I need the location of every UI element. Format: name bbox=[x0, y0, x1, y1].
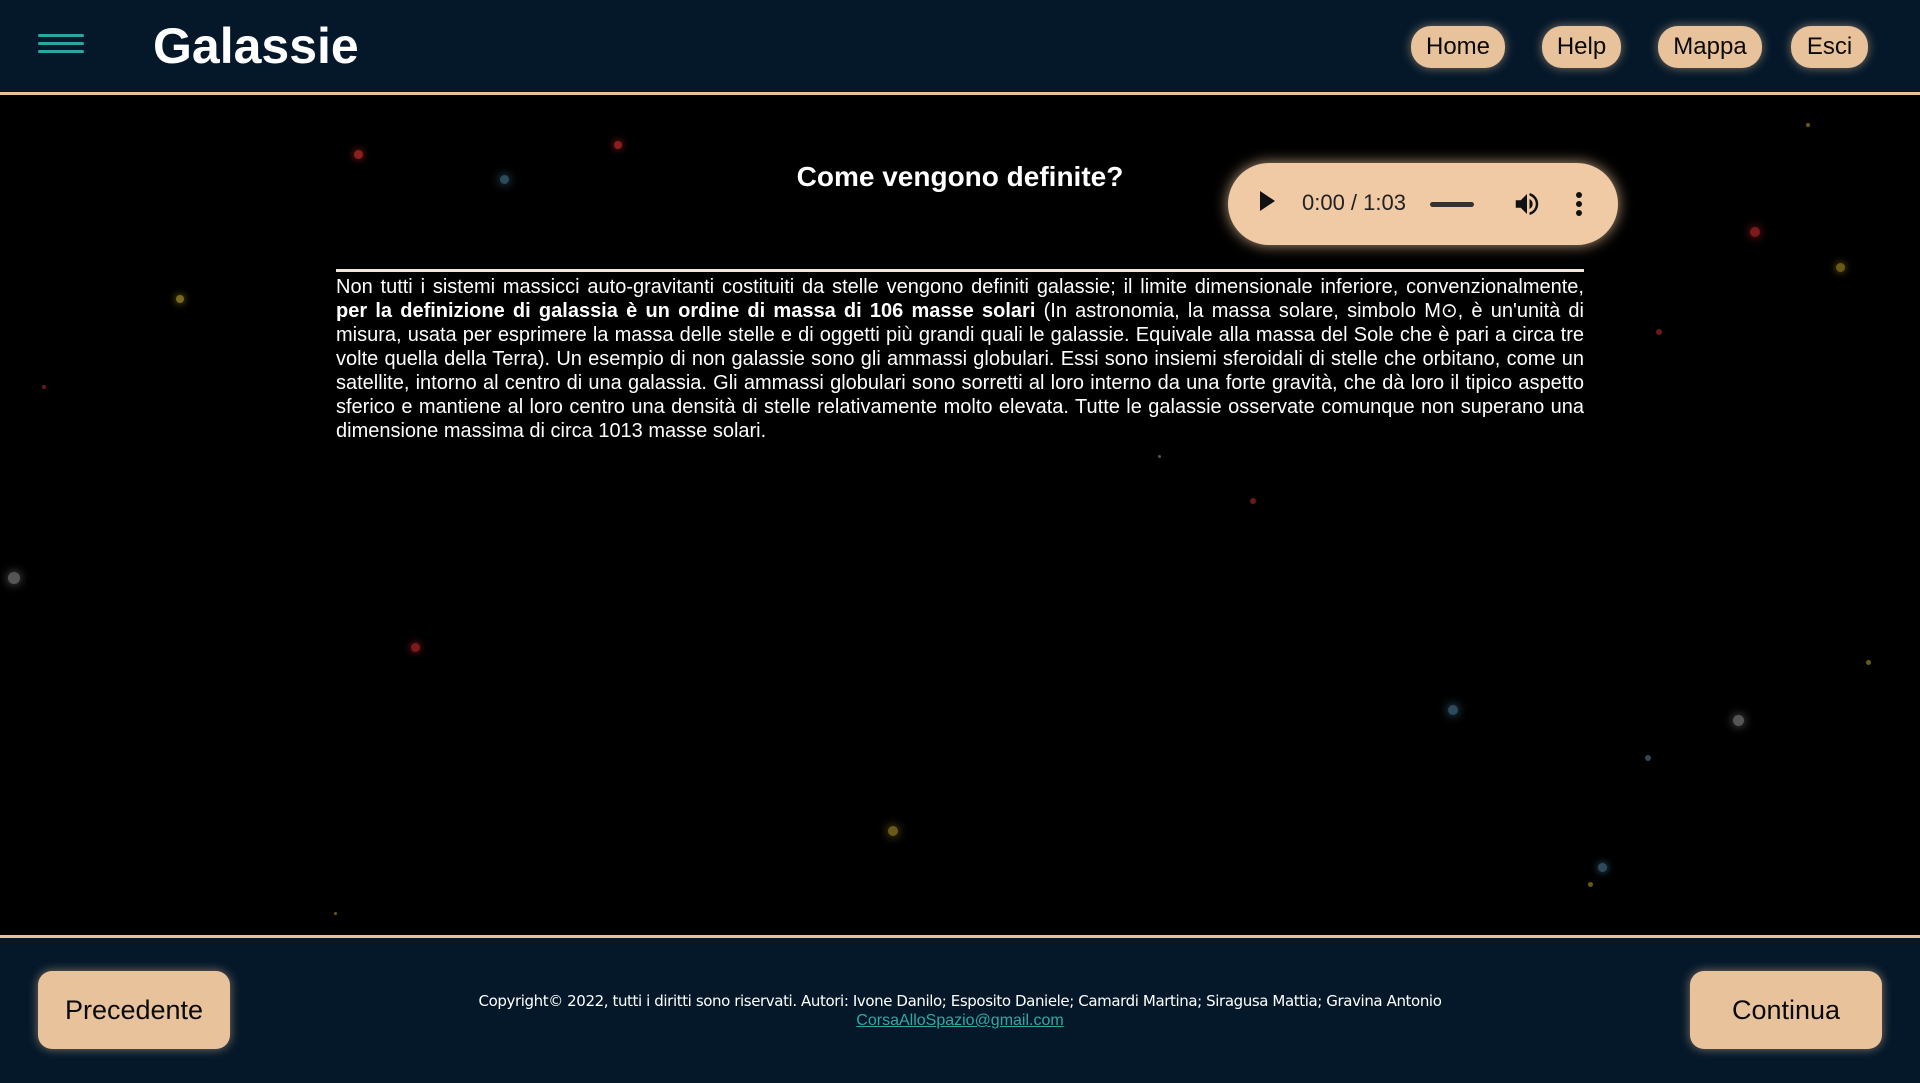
star-decoration bbox=[1806, 123, 1810, 127]
audio-time: 0:00 / 1:03 bbox=[1302, 190, 1406, 215]
section-title: Come vengono definite? bbox=[796, 161, 1124, 192]
star-decoration bbox=[1250, 498, 1256, 504]
star-decoration bbox=[354, 150, 363, 159]
article-text: Non tutti i sistemi massicci auto-gravit… bbox=[336, 269, 1584, 443]
star-decoration bbox=[334, 912, 337, 915]
audio-progress-bar[interactable] bbox=[1430, 202, 1474, 207]
nav-exit-button[interactable]: Esci bbox=[1791, 26, 1868, 68]
email-container: CorsaAlloSpazio@gmail.com bbox=[0, 1012, 1920, 1030]
nav-help-button[interactable]: Help bbox=[1542, 26, 1621, 68]
star-decoration bbox=[1750, 227, 1760, 237]
star-decoration bbox=[1656, 329, 1662, 335]
star-decoration bbox=[1836, 263, 1845, 272]
star-decoration bbox=[888, 826, 898, 836]
article-text-bold: per la definizione di galassia è un ordi… bbox=[336, 300, 1036, 322]
star-decoration bbox=[1733, 715, 1744, 726]
star-decoration bbox=[1588, 882, 1593, 887]
star-decoration bbox=[411, 643, 420, 652]
copyright-text: Copyright© 2022, tutti i diritti sono ri… bbox=[478, 992, 1442, 1010]
footer-bar: Precedente Copyright© 2022, tutti i diri… bbox=[0, 935, 1920, 1083]
star-decoration bbox=[1645, 755, 1651, 761]
star-decoration bbox=[8, 572, 20, 584]
star-decoration bbox=[1598, 863, 1607, 872]
volume-icon[interactable] bbox=[1512, 189, 1542, 219]
star-decoration bbox=[42, 385, 46, 389]
previous-button[interactable]: Precedente bbox=[38, 971, 230, 1049]
star-decoration bbox=[614, 141, 622, 149]
play-icon[interactable] bbox=[1260, 191, 1275, 211]
star-decoration bbox=[1448, 705, 1458, 715]
star-decoration bbox=[176, 295, 184, 303]
more-options-icon[interactable] bbox=[1574, 189, 1584, 219]
page-title: Galassie bbox=[153, 18, 359, 74]
nav-map-button[interactable]: Mappa bbox=[1658, 26, 1762, 68]
star-decoration bbox=[1158, 455, 1161, 458]
star-decoration bbox=[1866, 660, 1871, 665]
audio-player: 0:00 / 1:03 bbox=[1228, 163, 1618, 245]
continue-button[interactable]: Continua bbox=[1690, 971, 1882, 1049]
article-text-part1: Non tutti i sistemi massicci auto-gravit… bbox=[336, 276, 1584, 298]
hamburger-menu-icon[interactable] bbox=[38, 34, 84, 58]
email-link[interactable]: CorsaAlloSpazio@gmail.com bbox=[856, 1012, 1063, 1029]
nav-home-button[interactable]: Home bbox=[1411, 26, 1505, 68]
star-field-main: Come vengono definite? 0:00 / 1:03 Non t… bbox=[0, 95, 1920, 935]
top-bar: Galassie Home Help Mappa Esci bbox=[0, 0, 1920, 95]
